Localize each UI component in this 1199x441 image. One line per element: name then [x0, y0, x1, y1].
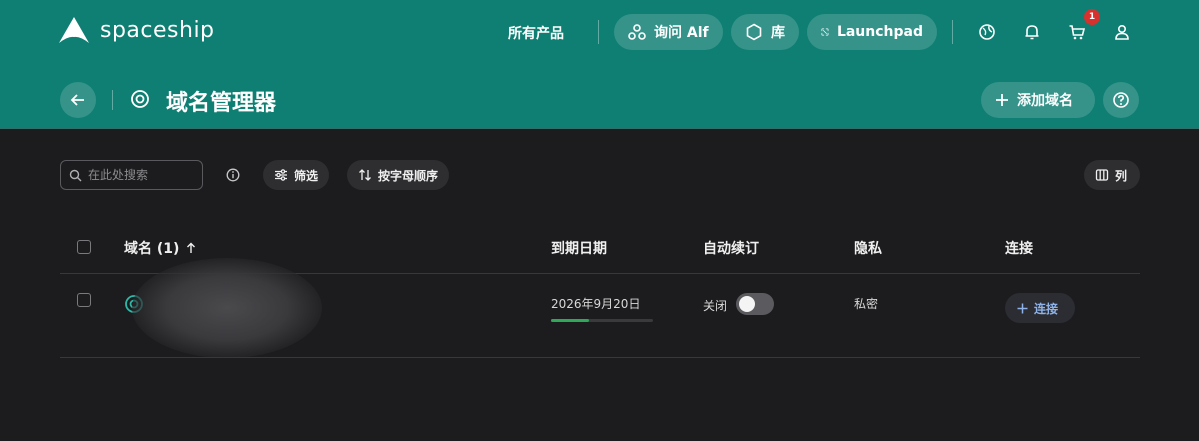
top-header: spaceship 所有产品 询问 Alf 库 Launchpad 1 域名管理… — [0, 0, 1199, 129]
sliders-icon — [275, 169, 287, 181]
library-label: 库 — [771, 25, 785, 41]
domain-manager-icon — [131, 90, 149, 108]
redacted-domain-name[interactable] — [132, 258, 322, 358]
plus-icon — [1017, 303, 1028, 313]
columns-label: 列 — [1115, 168, 1128, 183]
search-input[interactable] — [88, 168, 198, 182]
filter-label: 筛选 — [294, 168, 319, 183]
filter-button[interactable]: 筛选 — [263, 160, 330, 190]
columns-icon — [1095, 169, 1109, 181]
row-checkbox[interactable] — [77, 293, 91, 307]
search-icon — [69, 169, 82, 181]
connect-label: 连接 — [1034, 301, 1059, 316]
expiry-progress-fill — [551, 319, 589, 322]
help-button[interactable] — [1103, 82, 1139, 118]
ask-alf-label: 询问 Alf — [654, 25, 709, 41]
domain-header-label: 域名 (1) — [124, 241, 180, 257]
domain-column-header[interactable]: 域名 (1) — [124, 238, 197, 258]
sort-label: 按字母顺序 — [378, 168, 439, 183]
auto-renew-toggle[interactable] — [736, 293, 774, 315]
all-products-link[interactable]: 所有产品 — [508, 23, 564, 43]
page-title: 域名管理器 — [166, 91, 277, 116]
search-box[interactable] — [60, 160, 203, 190]
auto-renew-status: 关闭 — [703, 299, 728, 313]
toggle-knob — [739, 296, 755, 312]
title-divider — [112, 90, 113, 110]
privacy-value: 私密 — [854, 297, 879, 311]
add-domain-button[interactable]: 添加域名 — [981, 82, 1095, 118]
privacy-column-header: 隐私 — [854, 241, 882, 257]
expiry-date: 2026年9月20日 — [551, 297, 641, 311]
columns-button[interactable]: 列 — [1084, 160, 1140, 190]
globe-icon[interactable] — [976, 21, 998, 43]
connect-button[interactable]: 连接 — [1005, 293, 1075, 323]
select-all-checkbox[interactable] — [77, 240, 91, 254]
help-icon — [1113, 92, 1129, 108]
bell-icon[interactable] — [1021, 21, 1043, 43]
hexagon-icon — [746, 23, 762, 41]
arrow-left-icon — [70, 94, 84, 106]
user-icon[interactable] — [1111, 21, 1133, 43]
nav-divider — [952, 20, 953, 44]
expiry-progress-bar — [551, 319, 653, 322]
back-button[interactable] — [60, 82, 96, 118]
plus-icon — [996, 94, 1008, 106]
connect-column-header: 连接 — [1005, 241, 1033, 257]
auto-renew-column-header: 自动续订 — [703, 241, 759, 257]
logo[interactable]: spaceship — [58, 16, 215, 44]
info-icon[interactable] — [226, 168, 240, 182]
cart-count-badge: 1 — [1084, 9, 1100, 25]
spaceship-logo-icon — [59, 17, 89, 43]
alf-icon — [628, 24, 646, 40]
launchpad-icon — [821, 28, 829, 36]
row-divider — [60, 357, 1140, 358]
launchpad-button[interactable]: Launchpad — [807, 14, 937, 50]
expiry-column-header: 到期日期 — [551, 241, 607, 257]
arrow-up-icon — [187, 242, 196, 253]
sort-button[interactable]: 按字母顺序 — [347, 160, 450, 190]
sort-arrows-icon — [359, 169, 371, 181]
ask-alf-button[interactable]: 询问 Alf — [614, 14, 723, 50]
nav-divider — [598, 20, 599, 44]
brand-name: spaceship — [100, 17, 215, 43]
add-domain-label: 添加域名 — [1017, 93, 1073, 109]
library-button[interactable]: 库 — [731, 14, 799, 50]
launchpad-label: Launchpad — [836, 24, 923, 40]
cart-icon[interactable] — [1066, 21, 1088, 43]
